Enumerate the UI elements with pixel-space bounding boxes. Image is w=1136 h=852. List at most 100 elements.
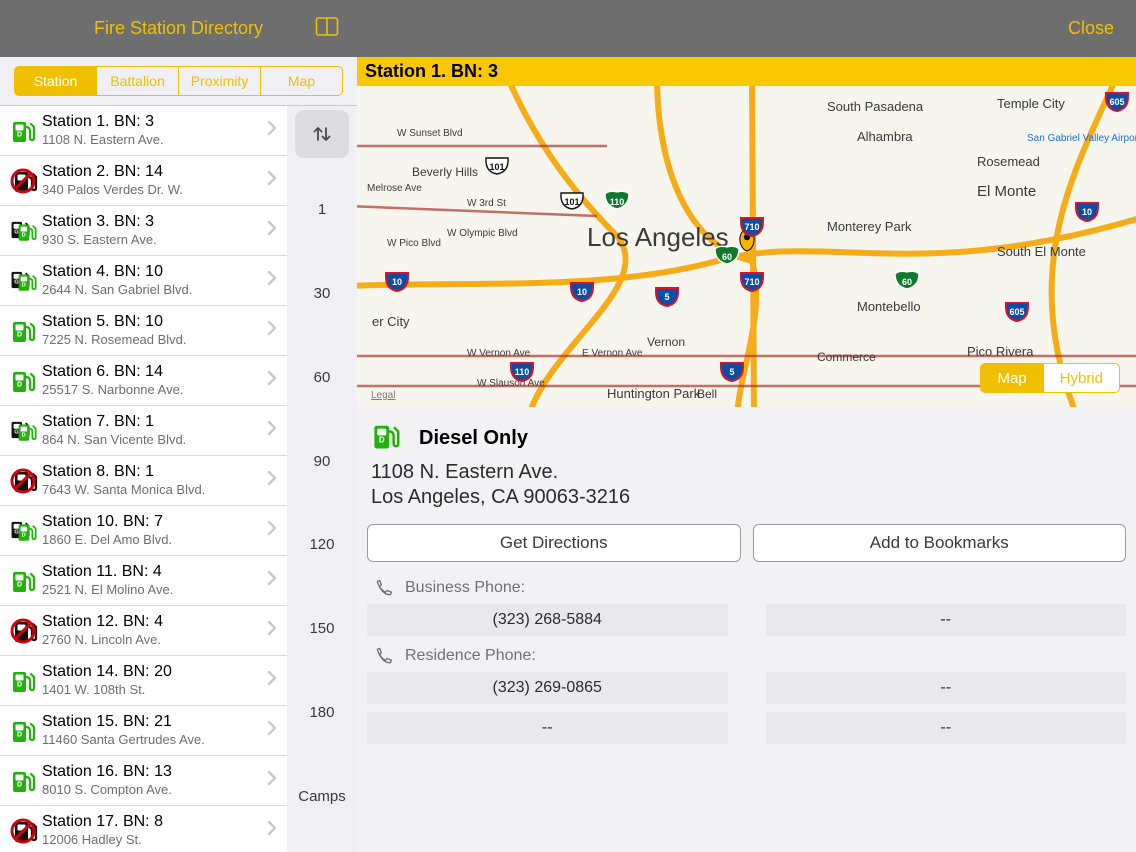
station-row[interactable]: Station 14. BN: 20 1401 W. 108th St. (0, 656, 287, 706)
residence-phone-value[interactable]: (323) 269-0865 (367, 672, 728, 704)
fuel-pump-icon (8, 818, 42, 844)
map-label: Monterey Park (827, 219, 912, 234)
filter-tabs: StationBattalionProximityMap (0, 57, 357, 106)
station-name: Station 4. BN: 10 (42, 263, 267, 281)
highway-shield: 10 (571, 283, 593, 301)
map-legal[interactable]: Legal (371, 390, 395, 401)
station-address: 7225 N. Rosemead Blvd. (42, 333, 267, 348)
fuel-pump-icon (8, 318, 42, 344)
svg-text:710: 710 (744, 277, 759, 287)
svg-text:110: 110 (610, 197, 625, 207)
svg-text:110: 110 (515, 367, 530, 377)
station-row[interactable]: Station 5. BN: 10 7225 N. Rosemead Blvd. (0, 306, 287, 356)
station-name: Station 14. BN: 20 (42, 663, 267, 681)
fuel-pump-icon (8, 618, 42, 644)
station-row[interactable]: Station 8. BN: 17643 W. Santa Monica Blv… (0, 456, 287, 506)
index-item[interactable]: Camps (298, 788, 346, 805)
station-row[interactable]: Station 7. BN: 1864 N. San Vicente Blvd. (0, 406, 287, 456)
station-row[interactable]: Station 1. BN: 31108 N. Eastern Ave. (0, 106, 287, 156)
station-row[interactable]: Station 6. BN: 1425517 S. Narbonne Ave. (0, 356, 287, 406)
fuel-pump-icon (8, 768, 42, 794)
map[interactable]: Los AngelesSouth PasadenaAlhambraTemple … (357, 86, 1136, 407)
station-row[interactable]: Station 10. BN: 71860 E. Del Amo Blvd. (0, 506, 287, 556)
station-name: Station 3. BN: 3 (42, 213, 267, 231)
fuel-pump-icon (8, 568, 42, 594)
station-name: Station 5. BN: 10 (42, 313, 267, 331)
map-label: Los Angeles (587, 222, 729, 252)
business-phone-value[interactable]: (323) 268-5884 (367, 604, 728, 636)
map-label: Huntington Park (607, 386, 701, 401)
fuel-pump-icon (8, 268, 42, 294)
sort-button[interactable] (295, 110, 349, 158)
station-address: 2760 N. Lincoln Ave. (42, 633, 267, 648)
station-row[interactable]: Station 2. BN: 14340 Palos Verdes Dr. W. (0, 156, 287, 206)
map-label: E Vernon Ave (582, 348, 643, 359)
map-label: W 3rd St (467, 198, 506, 209)
chevron-right-icon (267, 720, 277, 741)
map-label: Temple City (997, 96, 1065, 111)
map-tab-map[interactable]: Map (981, 364, 1042, 392)
station-row[interactable]: Station 15. BN: 2111460 Santa Gertrudes … (0, 706, 287, 756)
station-row[interactable]: Station 3. BN: 3930 S. Eastern Ave. (0, 206, 287, 256)
svg-text:101: 101 (564, 197, 579, 207)
station-list[interactable]: Station 1. BN: 31108 N. Eastern Ave.Stat… (0, 106, 287, 852)
close-button[interactable]: Close (1068, 18, 1114, 39)
map-label: Rosemead (977, 154, 1040, 169)
map-label: South El Monte (997, 244, 1086, 259)
highway-shield: 605 (1006, 303, 1028, 321)
get-directions-button[interactable]: Get Directions (367, 524, 741, 562)
filter-tab-proximity[interactable]: Proximity (179, 66, 261, 96)
station-address: 12006 Hadley St. (42, 833, 267, 848)
station-row[interactable]: Station 17. BN: 812006 Hadley St. (0, 806, 287, 852)
index-item[interactable]: 1 (318, 201, 326, 218)
business-phone-secondary: -- (766, 604, 1127, 636)
station-row[interactable]: Station 12. BN: 42760 N. Lincoln Ave. (0, 606, 287, 656)
map-label: Beverly Hills (412, 165, 478, 179)
index-item[interactable]: 180 (309, 704, 334, 721)
chevron-right-icon (267, 520, 277, 541)
svg-text:10: 10 (392, 277, 402, 287)
business-phone-label: Business Phone: (367, 576, 1126, 604)
index-item[interactable]: 60 (314, 369, 331, 386)
residence-phone-label: Residence Phone: (367, 644, 1126, 672)
fuel-pump-icon (8, 718, 42, 744)
fuel-pump-icon (8, 368, 42, 394)
station-name: Station 1. BN: 3 (42, 113, 267, 131)
station-address: 2521 N. El Molino Ave. (42, 583, 267, 598)
sidebar-header: Fire Station Directory (0, 0, 357, 57)
map-label: W Slauson Ave (477, 378, 545, 389)
station-row[interactable]: Station 4. BN: 10 2644 N. San Gabriel Blv… (0, 256, 287, 306)
index-item[interactable]: 120 (309, 536, 334, 553)
highway-shield: 110 (511, 363, 533, 381)
svg-text:5: 5 (664, 292, 669, 302)
bookmark-icon[interactable] (315, 16, 339, 41)
sidebar-title: Fire Station Directory (94, 18, 263, 39)
svg-text:60: 60 (722, 252, 732, 262)
index-item[interactable]: 30 (314, 285, 331, 302)
station-row[interactable]: Station 11. BN: 42521 N. El Molino Ave. (0, 556, 287, 606)
svg-text:605: 605 (1009, 307, 1024, 317)
fuel-pump-icon (8, 168, 42, 194)
index-item[interactable]: 90 (314, 453, 331, 470)
station-address: 1860 E. Del Amo Blvd. (42, 533, 267, 548)
station-name: Station 16. BN: 13 (42, 763, 267, 781)
highway-shield: 605 (1106, 93, 1128, 111)
index-item[interactable]: 150 (309, 620, 334, 637)
station-name: Station 8. BN: 1 (42, 463, 267, 481)
add-bookmark-button[interactable]: Add to Bookmarks (753, 524, 1127, 562)
index-items: 1 30 60 90 120 150 180 Camps (298, 164, 346, 852)
station-address: 340 Palos Verdes Dr. W. (42, 183, 267, 198)
chevron-right-icon (267, 620, 277, 641)
filter-tab-station[interactable]: Station (14, 66, 97, 96)
filter-tab-map[interactable]: Map (261, 66, 343, 96)
map-label: W Olympic Blvd (447, 228, 518, 239)
map-tab-hybrid[interactable]: Hybrid (1043, 364, 1119, 392)
filter-tab-battalion[interactable]: Battalion (97, 66, 179, 96)
station-row[interactable]: Station 16. BN: 138010 S. Compton Ave. (0, 756, 287, 806)
station-address: 1401 W. 108th St. (42, 683, 267, 698)
detail-header: Close (357, 0, 1136, 57)
station-address: 2644 N. San Gabriel Blvd. (42, 283, 267, 298)
map-type-tabs: MapHybrid (980, 363, 1120, 393)
extra-value-right: -- (766, 712, 1127, 744)
map-label: er City (372, 314, 410, 329)
